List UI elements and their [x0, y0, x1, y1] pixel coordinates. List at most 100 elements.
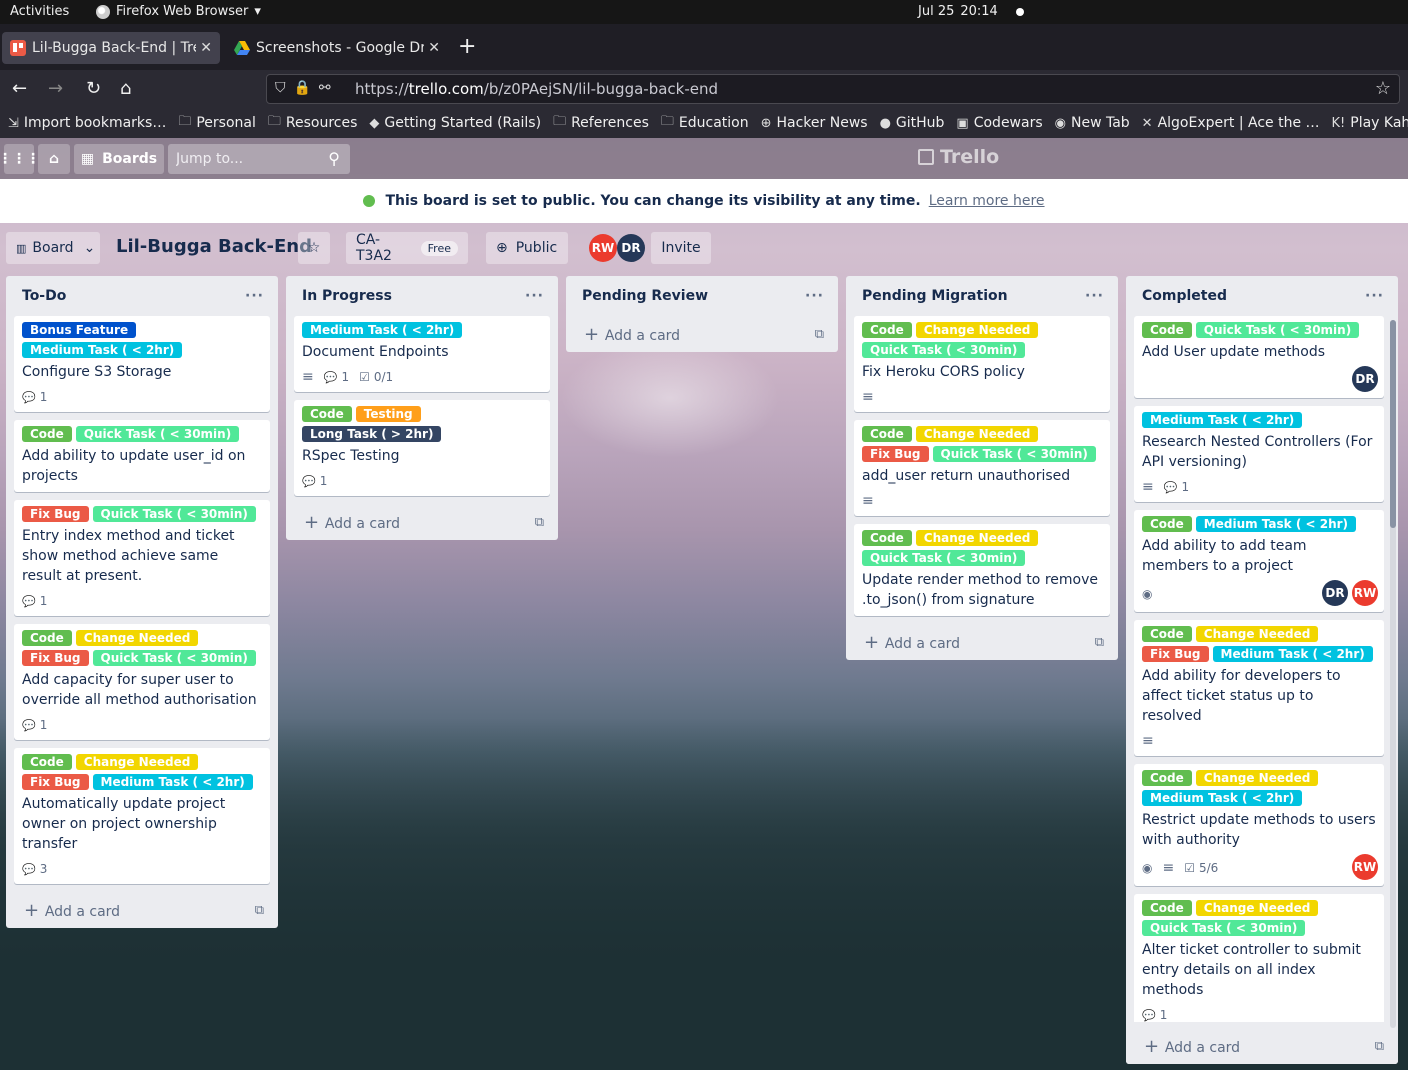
bookmark-item[interactable]: ◆ Getting Started (Rails) — [369, 115, 541, 131]
list-title[interactable]: Pending Migration — [862, 288, 1008, 304]
add-card-button[interactable]: + Add a card ⧉ — [6, 892, 278, 928]
card-label[interactable]: Medium Task ( < 2hr) — [1142, 790, 1303, 806]
list-title[interactable]: Completed — [1142, 288, 1227, 304]
home-button[interactable]: ⌂ — [38, 144, 70, 174]
card[interactable]: Code Change Needed Quick Task ( < 30min) Up… — [854, 524, 1110, 616]
card[interactable]: Code Change Needed Quick Task ( < 30min) Al… — [1134, 894, 1384, 1022]
list-title[interactable]: To-Do — [22, 288, 66, 304]
card[interactable]: Code Quick Task ( < 30min) Add ability to … — [14, 420, 270, 492]
bookmark-item[interactable]: K! Play Kah — [1332, 115, 1408, 131]
card[interactable]: Code Change Needed Fix Bug Quick Task ( < 3… — [14, 624, 270, 740]
close-tab-icon[interactable]: ✕ — [428, 40, 440, 56]
card[interactable]: Code Change Needed Fix Bug Medium Task ( < … — [1134, 620, 1384, 756]
card-label[interactable]: Fix Bug — [862, 446, 929, 462]
list-scrollbar[interactable] — [1390, 320, 1396, 1028]
list-title[interactable]: In Progress — [302, 288, 392, 304]
card-label[interactable]: Bonus Feature — [22, 322, 137, 338]
card-label[interactable]: Code — [862, 322, 912, 338]
card-label[interactable]: Long Task ( > 2hr) — [302, 426, 442, 442]
board-title[interactable]: Lil-Bugga Back-End — [116, 236, 312, 257]
card-label[interactable]: Medium Task ( < 2hr) — [1195, 516, 1357, 532]
learn-more-link[interactable]: Learn more here — [929, 193, 1045, 209]
card-label[interactable]: Quick Task ( < 30min) — [862, 550, 1026, 566]
avatar[interactable]: DR — [617, 234, 645, 262]
card[interactable]: Code Change Needed Fix Bug Medium Task ( < … — [14, 748, 270, 884]
list-menu-icon[interactable]: ··· — [245, 288, 264, 304]
tab-google-drive[interactable]: Screenshots - Google Drive ✕ — [226, 32, 448, 64]
list-menu-icon[interactable]: ··· — [1085, 288, 1104, 304]
card-template-icon[interactable]: ⧉ — [1375, 1039, 1384, 1054]
avatar[interactable]: RW — [1352, 580, 1378, 606]
card-label[interactable]: Quick Task ( < 30min) — [92, 650, 256, 666]
card-label[interactable]: Fix Bug — [22, 774, 89, 790]
visibility-button[interactable]: ⊕ Public — [486, 232, 568, 264]
card-template-icon[interactable]: ⧉ — [535, 515, 544, 530]
card-label[interactable]: Quick Task ( < 30min) — [932, 446, 1096, 462]
card[interactable]: Medium Task ( < 2hr) Research Nested Cont… — [1134, 406, 1384, 502]
card[interactable]: Code Change Needed Quick Task ( < 30min) Fi… — [854, 316, 1110, 412]
card[interactable]: Code Change Needed Fix Bug Quick Task ( < 3… — [854, 420, 1110, 516]
add-card-button[interactable]: + Add a card ⧉ — [846, 624, 1118, 660]
add-card-button[interactable]: + Add a card ⧉ — [286, 504, 558, 540]
apps-grid-icon[interactable]: ⋮⋮⋮ — [0, 144, 40, 174]
card-label[interactable]: Medium Task ( < 2hr) — [1212, 646, 1373, 662]
url-bar[interactable]: ⛉🔒⚯ https://trello.com/b/z0PAejSN/lil-bu… — [266, 74, 1400, 104]
card-label[interactable]: Code — [1142, 626, 1192, 642]
card-label[interactable]: Quick Task ( < 30min) — [1195, 322, 1360, 338]
add-card-button[interactable]: + Add a card ⧉ — [566, 316, 838, 352]
card[interactable]: Medium Task ( < 2hr) Document Endpoints ≡ 💬… — [294, 316, 550, 392]
bookmark-item[interactable]: ⊕ Hacker News — [761, 115, 868, 131]
list-header[interactable]: To-Do ··· — [6, 276, 278, 316]
app-menu[interactable]: Firefox Web Browser ▾ — [96, 4, 261, 19]
bookmark-item[interactable]: 🗀 Education — [661, 112, 749, 134]
close-tab-icon[interactable]: ✕ — [200, 40, 212, 56]
new-tab-icon[interactable]: + — [458, 34, 476, 59]
bookmark-item[interactable]: ▣ Codewars — [956, 115, 1042, 131]
bookmark-item[interactable]: ✕ AlgoExpert | Ace the … — [1142, 115, 1320, 131]
card-label[interactable]: Change Needed — [75, 630, 199, 646]
trello-logo[interactable]: Trello — [918, 146, 999, 168]
search-icon[interactable]: ⚲ — [328, 149, 340, 168]
card-label[interactable]: Fix Bug — [22, 506, 89, 522]
card-label[interactable]: Code — [302, 406, 352, 422]
tab-trello[interactable]: Lil-Bugga Back-End | Trello ✕ — [2, 32, 220, 64]
card-label[interactable]: Code — [862, 530, 912, 546]
card-label[interactable]: Change Needed — [1195, 900, 1319, 916]
activities-button[interactable]: Activities — [10, 4, 69, 19]
bookmark-item[interactable]: ◉ New Tab — [1055, 115, 1130, 131]
workspace-button[interactable]: CA-T3A2 Free — [346, 232, 468, 264]
card-template-icon[interactable]: ⧉ — [1095, 635, 1104, 650]
avatar[interactable]: DR — [1322, 580, 1348, 606]
card-label[interactable]: Change Needed — [75, 754, 199, 770]
card[interactable]: Code Testing Long Task ( > 2hr) RSpec Testi… — [294, 400, 550, 496]
star-board-icon[interactable]: ☆ — [298, 232, 330, 264]
avatar[interactable]: RW — [1352, 854, 1378, 880]
bookmark-star-icon[interactable]: ☆ — [1375, 78, 1391, 99]
list-menu-icon[interactable]: ··· — [805, 288, 824, 304]
list-header[interactable]: Pending Review ··· — [566, 276, 838, 316]
list-title[interactable]: Pending Review — [582, 288, 708, 304]
card-label[interactable]: Fix Bug — [22, 650, 89, 666]
card-label[interactable]: Medium Task ( < 2hr) — [22, 342, 183, 358]
card-label[interactable]: Change Needed — [1195, 626, 1319, 642]
boards-button[interactable]: ▦ Boards — [74, 144, 164, 174]
card[interactable]: Code Quick Task ( < 30min) Add User update… — [1134, 316, 1384, 398]
jump-to-search[interactable]: ⚲ — [168, 144, 350, 174]
card-label[interactable]: Quick Task ( < 30min) — [92, 506, 256, 522]
list-header[interactable]: In Progress ··· — [286, 276, 558, 316]
scrollbar-thumb[interactable] — [1390, 320, 1396, 528]
list-menu-icon[interactable]: ··· — [525, 288, 544, 304]
bookmark-item[interactable]: 🗀 Resources — [268, 112, 358, 134]
clock[interactable]: Jul 25 20:14 — [918, 4, 1024, 19]
bookmark-item[interactable]: 🗀 Personal — [178, 112, 256, 134]
search-input[interactable] — [168, 144, 318, 174]
card[interactable]: Code Medium Task ( < 2hr) Add ability to a… — [1134, 510, 1384, 612]
card-label[interactable]: Change Needed — [915, 530, 1039, 546]
card-label[interactable]: Change Needed — [915, 322, 1039, 338]
avatar[interactable]: DR — [1352, 366, 1378, 392]
list-menu-icon[interactable]: ··· — [1365, 288, 1384, 304]
card-label[interactable]: Code — [1142, 322, 1192, 338]
card-label[interactable]: Fix Bug — [1142, 646, 1209, 662]
card-label[interactable]: Code — [862, 426, 912, 442]
card-label[interactable]: Medium Task ( < 2hr) — [302, 322, 463, 338]
